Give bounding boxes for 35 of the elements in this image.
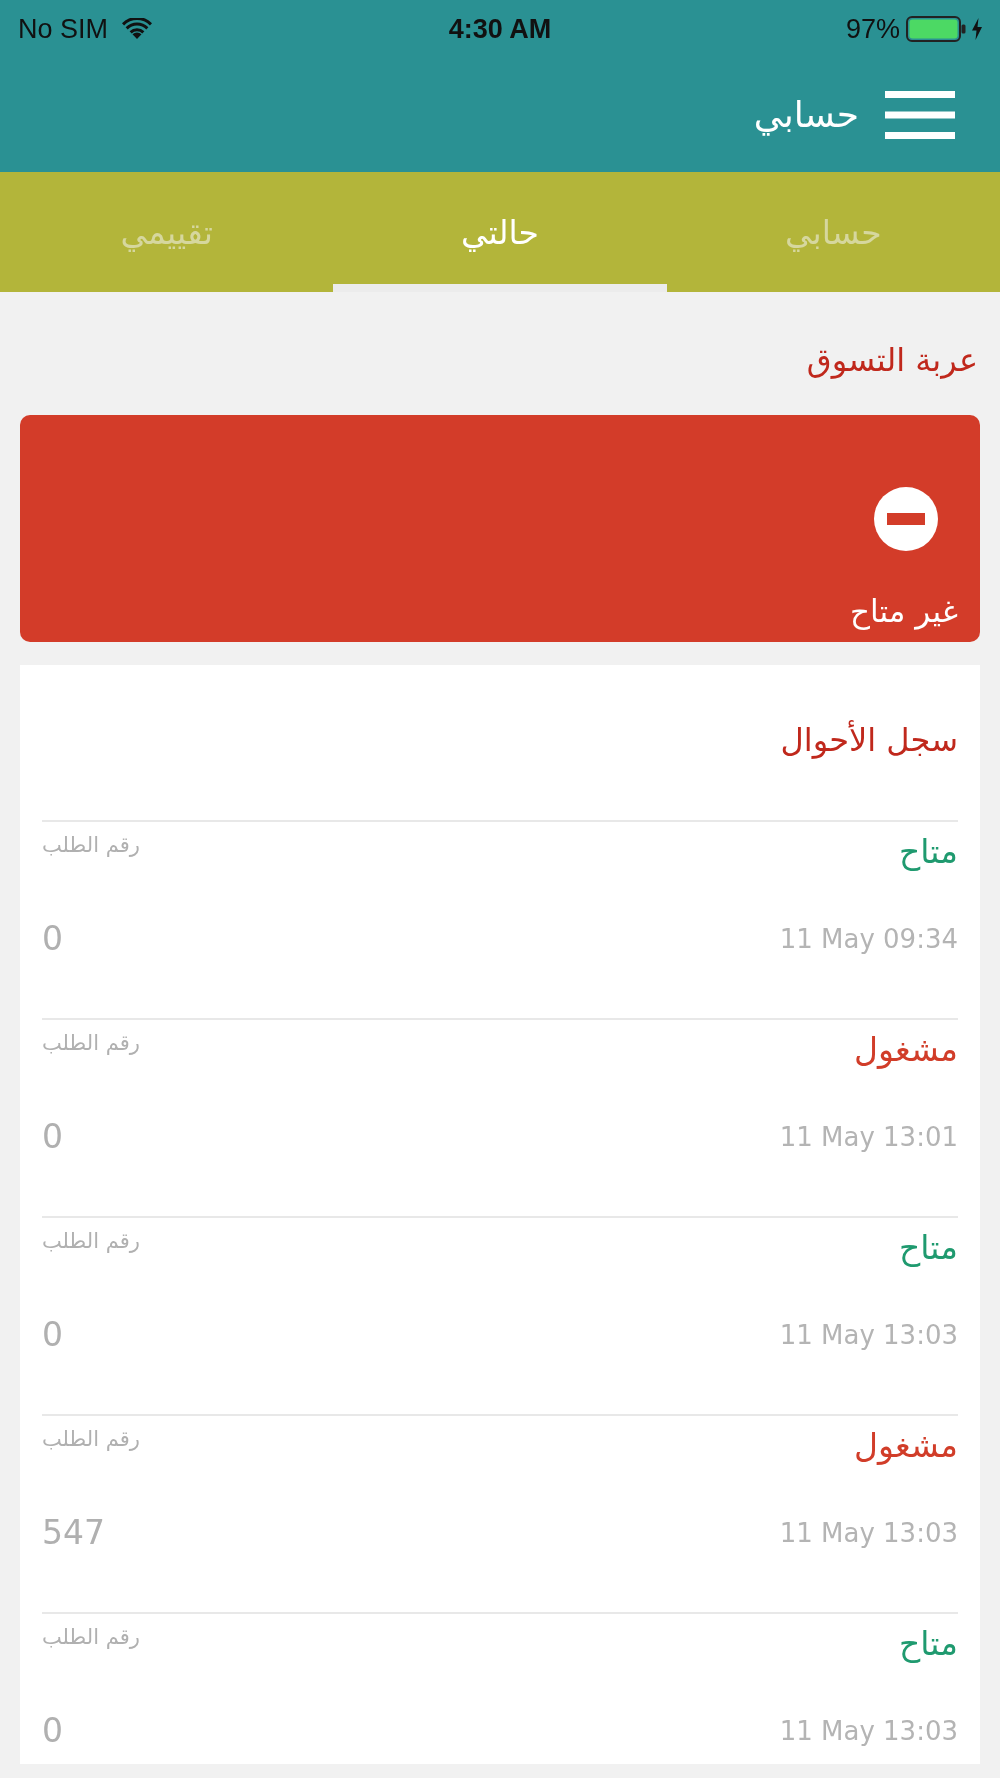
section-title: عربة التسوق: [806, 340, 978, 381]
cart-status-label: غير متاح: [850, 592, 958, 632]
charging-icon: [972, 17, 982, 40]
status-time: 11 May 13:01: [779, 1121, 958, 1154]
status-time: 11 May 13:03: [779, 1715, 958, 1748]
carrier-label: No SIM: [18, 12, 109, 45]
status-label: مشغول: [853, 1029, 958, 1071]
order-number-label: رقم الطلب: [42, 1030, 140, 1057]
order-number: 0: [42, 1117, 63, 1157]
order-number: 0: [42, 1315, 63, 1355]
minus-circle-icon: [874, 487, 938, 551]
clock-time: 4:30 AM: [448, 12, 552, 45]
order-number-label: رقم الطلب: [42, 832, 140, 859]
wifi-icon: [122, 17, 153, 40]
menu-icon[interactable]: [885, 90, 955, 139]
tab[interactable]: حسابي: [666, 172, 1000, 292]
order-number-label: رقم الطلب: [42, 1624, 140, 1651]
battery-icon: [906, 15, 966, 42]
status-label: متاح: [899, 1623, 958, 1665]
order-number: 547: [42, 1513, 105, 1553]
header-title: حسابي: [753, 92, 859, 138]
battery-percentage: 97%: [845, 12, 900, 45]
order-number: 0: [42, 919, 63, 959]
status-label: متاح: [899, 1227, 958, 1269]
status-label: مشغول: [853, 1425, 958, 1467]
tab[interactable]: تقييمي: [0, 172, 334, 292]
status-time: 11 May 13:03: [779, 1517, 958, 1550]
status-label: متاح: [899, 831, 958, 873]
status-time: 11 May 09:34: [779, 923, 958, 956]
order-number-label: رقم الطلب: [42, 1426, 140, 1453]
section-title: سجل الأحوال: [780, 719, 958, 761]
tab[interactable]: حالتي: [333, 172, 667, 292]
order-number: 0: [42, 1711, 63, 1751]
order-number-label: رقم الطلب: [42, 1228, 140, 1255]
status-time: 11 May 13:03: [779, 1319, 958, 1352]
